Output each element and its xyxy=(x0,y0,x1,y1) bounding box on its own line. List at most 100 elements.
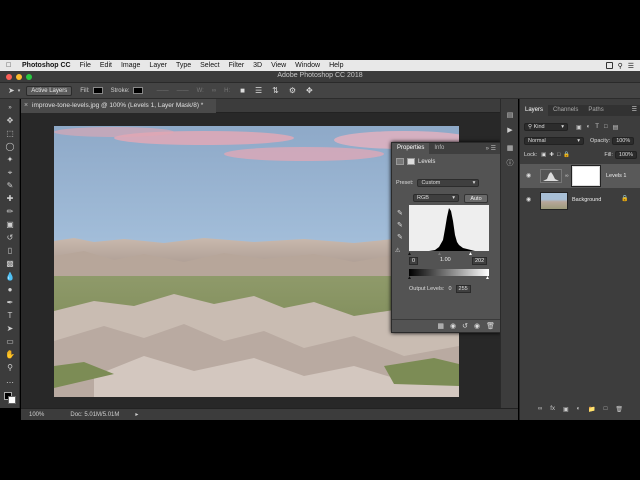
input-white-field[interactable]: 202 xyxy=(472,257,488,265)
new-group-icon[interactable]: 📁 xyxy=(588,406,595,416)
more-tools-icon[interactable]: ⋯ xyxy=(4,378,16,388)
clip-to-layer-icon[interactable]: ▦ xyxy=(437,322,444,330)
zoom-level[interactable]: 100% xyxy=(29,412,44,418)
layer-select-dropdown[interactable]: Active Layers xyxy=(26,85,73,96)
healing-brush-icon[interactable]: ✚ xyxy=(4,194,16,204)
type-tool-icon[interactable]: T xyxy=(4,311,16,321)
preset-dropdown[interactable]: Custom ▾ xyxy=(417,179,480,187)
stroke-swatch[interactable] xyxy=(132,87,143,94)
menu-edit[interactable]: Edit xyxy=(100,62,112,69)
tab-channels[interactable]: Channels xyxy=(548,105,583,116)
stroke-type-dropdown[interactable]: —— xyxy=(177,88,189,94)
layer-style-icon[interactable]: fx xyxy=(550,406,555,416)
input-black-field[interactable]: 0 xyxy=(409,257,419,265)
new-adjustment-icon[interactable]: ◐ xyxy=(577,406,581,416)
hand-tool-icon[interactable]: ✋ xyxy=(4,350,16,360)
gray-point-eyedropper-icon[interactable]: ✎ xyxy=(397,220,405,232)
chevron-down-icon[interactable]: ▾ xyxy=(18,88,21,94)
clone-stamp-icon[interactable]: ▣ xyxy=(4,220,16,230)
shape-tool-icon[interactable]: ▭ xyxy=(4,337,16,347)
opacity-field[interactable]: 100% xyxy=(612,137,635,145)
menu-3d[interactable]: 3D xyxy=(253,62,262,69)
menu-file[interactable]: File xyxy=(80,62,91,69)
white-point-eyedropper-icon[interactable]: ✎ xyxy=(397,232,405,244)
input-gamma-field[interactable]: 1.00 xyxy=(440,257,451,263)
output-black-field[interactable]: 0 xyxy=(448,286,451,292)
marquee-tool-icon[interactable]: ⬚ xyxy=(4,129,16,139)
move-tool-icon[interactable]: ✥ xyxy=(4,116,16,126)
adjustment-filter-icon[interactable]: ◐ xyxy=(587,124,591,131)
document-tab-title[interactable]: improve-tone-levels.jpg @ 100% (Levels 1… xyxy=(21,99,216,113)
gradient-tool-icon[interactable]: ▩ xyxy=(4,259,16,269)
menu-type[interactable]: Type xyxy=(176,62,191,69)
layer-mask-thumbnail[interactable] xyxy=(571,165,601,187)
path-select-tool-icon[interactable]: ➤ xyxy=(8,86,15,95)
menu-app[interactable]: Photoshop CC xyxy=(22,62,71,69)
fill-swatch[interactable] xyxy=(92,87,103,94)
output-white-field[interactable]: 255 xyxy=(455,285,471,293)
path-ops-icon[interactable]: ■ xyxy=(240,86,245,95)
input-slider-track[interactable]: ▲ ▲ ▲ xyxy=(407,251,489,257)
shape-filter-icon[interactable]: □ xyxy=(604,124,608,131)
trash-icon[interactable]: 🗑 xyxy=(615,406,623,416)
history-panel-icon[interactable]: ▤ xyxy=(505,111,515,121)
layer-name[interactable]: Levels 1 xyxy=(606,173,627,179)
status-menu-icon[interactable] xyxy=(605,62,613,69)
fill-field[interactable]: 100% xyxy=(614,151,637,159)
menu-window[interactable]: Window xyxy=(295,62,320,69)
reset-icon[interactable]: ↺ xyxy=(462,322,468,330)
zoom-tool-icon[interactable]: ⚲ xyxy=(4,363,16,373)
menu-layer[interactable]: Layer xyxy=(149,62,167,69)
tab-layers[interactable]: Layers xyxy=(520,105,549,116)
smart-object-filter-icon[interactable]: ▤ xyxy=(613,124,619,131)
visibility-eye-icon[interactable]: ◉ xyxy=(474,322,480,330)
tab-info[interactable]: Info xyxy=(429,143,449,154)
trash-icon[interactable]: 🗑 xyxy=(486,322,495,330)
pen-tool-icon[interactable]: ✒ xyxy=(4,298,16,308)
menu-help[interactable]: Help xyxy=(329,62,343,69)
output-slider-track[interactable]: ▲ ▲ xyxy=(407,275,490,281)
menu-image[interactable]: Image xyxy=(121,62,140,69)
auto-button[interactable]: Auto xyxy=(464,194,488,203)
blend-mode-dropdown[interactable]: Normal ▾ xyxy=(524,137,584,145)
output-white-slider[interactable]: ▲ xyxy=(485,275,490,281)
lasso-tool-icon[interactable]: ◯ xyxy=(4,142,16,152)
settings-gear-icon[interactable]: ⚙ xyxy=(289,86,296,95)
menu-filter[interactable]: Filter xyxy=(229,62,245,69)
list-menu-icon[interactable]: ☰ xyxy=(628,62,634,70)
blur-tool-icon[interactable]: 💧 xyxy=(4,272,16,282)
filter-kind-dropdown[interactable]: ⚲ Kind ▾ xyxy=(524,123,568,131)
apple-icon[interactable]:  xyxy=(6,62,16,69)
status-menu-arrow-icon[interactable]: ▸ xyxy=(135,411,138,418)
eyedropper-tool-icon[interactable]: ✎ xyxy=(4,181,16,191)
menu-view[interactable]: View xyxy=(271,62,286,69)
properties-panel-icon[interactable]: ▦ xyxy=(505,144,515,154)
panel-menu-icon[interactable]: ☰ xyxy=(632,105,637,116)
stroke-width-field[interactable]: —— xyxy=(157,88,169,94)
new-layer-icon[interactable]: □ xyxy=(604,406,608,416)
output-black-slider[interactable]: ▲ xyxy=(407,275,412,281)
view-previous-icon[interactable]: ◉ xyxy=(450,322,456,330)
visibility-eye-icon[interactable]: ◉ xyxy=(526,196,531,203)
visibility-eye-icon[interactable]: ◉ xyxy=(526,172,531,179)
document-tab[interactable]: improve-tone-levels.jpg @ 100% (Levels 1… xyxy=(21,99,518,113)
layer-mask-icon[interactable] xyxy=(407,158,415,165)
path-arrange-icon[interactable]: ⇅ xyxy=(272,86,279,95)
quick-select-tool-icon[interactable]: ✦ xyxy=(4,155,16,165)
add-mask-icon[interactable]: ▣ xyxy=(563,406,569,416)
crop-tool-icon[interactable]: ⌖ xyxy=(4,168,16,178)
mask-link-icon[interactable]: ∞ xyxy=(565,173,569,179)
history-brush-icon[interactable]: ↺ xyxy=(4,233,16,243)
dodge-tool-icon[interactable]: ● xyxy=(4,285,16,295)
layer-row-background[interactable]: ◉ Background 🔒 xyxy=(520,188,640,212)
type-filter-icon[interactable]: T xyxy=(595,124,599,131)
path-align-icon[interactable]: ☰ xyxy=(255,86,262,95)
menu-select[interactable]: Select xyxy=(200,62,219,69)
layer-row-levels[interactable]: ◉ ∞ Levels 1 xyxy=(520,164,640,188)
tab-properties[interactable]: Properties xyxy=(392,143,430,154)
color-swatches-icon[interactable] xyxy=(4,392,16,404)
channel-dropdown[interactable]: RGB ▾ xyxy=(413,194,459,202)
tab-paths[interactable]: Paths xyxy=(583,105,608,116)
info-panel-icon[interactable]: ⓘ xyxy=(505,159,515,169)
calculate-histogram-icon[interactable]: ⚠ xyxy=(395,247,400,254)
